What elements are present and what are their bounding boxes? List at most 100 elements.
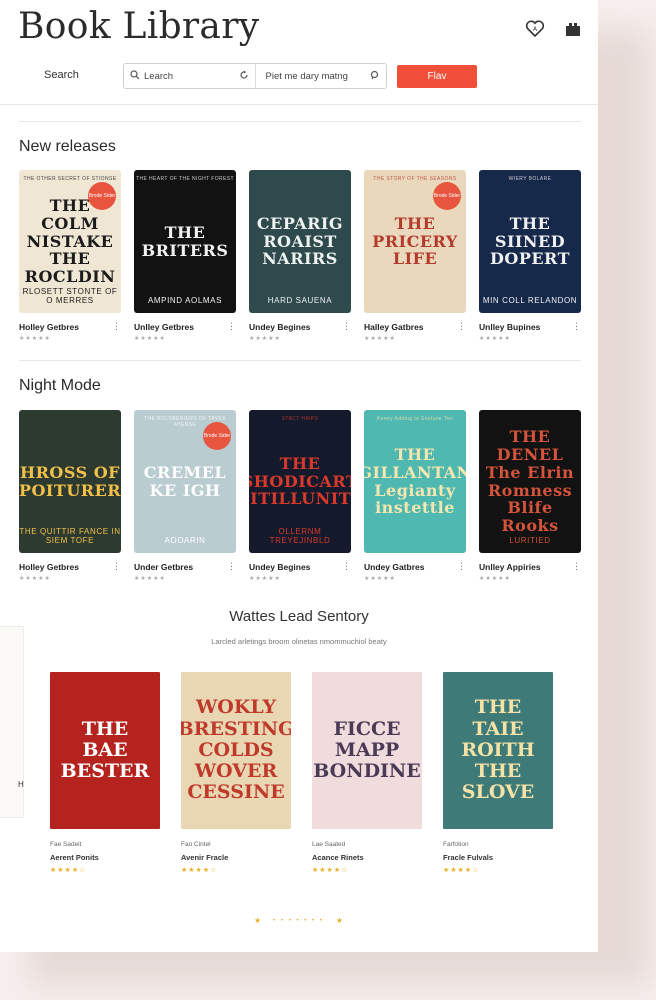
section-title-night-mode: Night Mode bbox=[19, 377, 101, 394]
cover-title: THE TAIE ROITH THE SLOVE bbox=[461, 696, 535, 804]
book-card[interactable]: HROSS OF POITURER THE QUITTIR FANCE IN SI… bbox=[19, 410, 121, 582]
cover-title: THE COLM NISTAKE THE ROCLDIN bbox=[24, 195, 116, 287]
pager-prev-star-icon[interactable]: ★ bbox=[254, 916, 261, 925]
book-card[interactable]: CEPARIG ROAIST NARIRS HARD SAUENA Undey Be… bbox=[249, 170, 351, 342]
more-icon[interactable]: ⋮ bbox=[572, 321, 581, 332]
carousel-pager: ★ • • • • • • • ★ bbox=[254, 916, 343, 925]
book-meta: Undey Gatbres ⋮ bbox=[364, 561, 466, 572]
book-cover[interactable]: THE OTHER SECRET OF STIONSE THE COLM NIST… bbox=[19, 170, 121, 313]
more-icon[interactable]: ⋮ bbox=[112, 321, 121, 332]
more-icon[interactable]: ⋮ bbox=[227, 321, 236, 332]
svg-text:A: A bbox=[533, 26, 538, 33]
cover-author: RLOSETT STONTE OF O MERRES bbox=[22, 287, 118, 305]
section-title-new-releases: New releases bbox=[19, 138, 116, 155]
book-title: Undey Begines bbox=[249, 321, 311, 332]
book-title: Holley Getbres bbox=[19, 561, 79, 572]
book-card[interactable]: THE DENEL The Elrin Romness Blife Rooks L… bbox=[479, 410, 581, 582]
book-meta: Unlley Appiries ⋮ bbox=[479, 561, 581, 572]
book-title: Unlley Getbres bbox=[134, 321, 194, 332]
rating-stars: ★★★★☆ bbox=[50, 867, 87, 874]
book-meta: Holley Getbres ⋮ bbox=[19, 561, 121, 572]
more-icon[interactable]: ⋮ bbox=[342, 561, 351, 572]
cover-title: THE PRICERY LIFE bbox=[372, 213, 458, 269]
more-icon[interactable]: ⋮ bbox=[457, 321, 466, 332]
book-card[interactable]: Kenny Adding to Sostune Ton THE GILLANTAN… bbox=[364, 410, 466, 582]
book-title: Under Getbres bbox=[134, 561, 194, 572]
rating-stars: ★★★★★ bbox=[19, 336, 51, 342]
book-cover[interactable]: THE STORY OF THE SEASONS THE PRICERY LIFE… bbox=[364, 170, 466, 313]
rating-stars: ★★★★★ bbox=[249, 576, 281, 582]
pager-dots[interactable]: • • • • • • • bbox=[273, 918, 324, 924]
book-cover[interactable]: Kenny Adding to Sostune Ton THE GILLANTAN… bbox=[364, 410, 466, 553]
cover-title: CEPARIG ROAIST NARIRS bbox=[256, 213, 344, 269]
rating-stars: ★★★★★ bbox=[364, 336, 396, 342]
featured-book-label: Farfotion bbox=[443, 841, 469, 848]
book-cover[interactable]: THE HEART OF THE NIGHT FOREST THE BRITERS… bbox=[134, 170, 236, 313]
book-title: Undey Begines bbox=[249, 561, 311, 572]
cover-title: FICCE MAPP BONDINE bbox=[313, 717, 421, 783]
book-card[interactable]: STACT HAIPS THE SHODICART CITILLUNITY OLLE… bbox=[249, 410, 351, 582]
cover-title: THE BRITERS bbox=[141, 222, 229, 260]
cover-badge: Brode Sider bbox=[433, 182, 461, 210]
book-cover[interactable]: WIERY BOLARE THE SIINED DOPERT MIN COLL RE… bbox=[479, 170, 581, 313]
more-icon[interactable]: ⋮ bbox=[227, 561, 236, 572]
rating-stars: ★★★★☆ bbox=[312, 867, 349, 874]
filter-input[interactable]: Piet me dary matng bbox=[254, 64, 387, 88]
book-card[interactable]: WIERY BOLARE THE SIINED DOPERT MIN COLL RE… bbox=[479, 170, 581, 342]
cover-badge: Brode Sider bbox=[203, 422, 231, 450]
featured-book-cover[interactable]: FICCE MAPP BONDINE bbox=[312, 672, 422, 829]
search-input[interactable]: Learch bbox=[124, 64, 255, 88]
featured-book-cover[interactable]: WOKLY BRESTING COLDS WOVER CESSINE bbox=[181, 672, 291, 829]
book-title: Undey Gatbres bbox=[364, 561, 425, 572]
featured-title: Wattes Lead Sentory bbox=[229, 608, 369, 625]
featured-book-title: Avenir Fracle bbox=[181, 853, 229, 862]
book-card[interactable]: THE ROLIIBERIERS OF TAYES AYENSE CREMEL K… bbox=[134, 410, 236, 582]
featured-book-card[interactable]: WOKLY BRESTING COLDS WOVER CESSINE Fao Ci… bbox=[181, 672, 291, 874]
more-icon[interactable]: ⋮ bbox=[342, 321, 351, 332]
featured-book-label: Fao Cintel bbox=[181, 841, 211, 848]
featured-book-card[interactable]: FICCE MAPP BONDINE Lae Saated Acance Rinet… bbox=[312, 672, 422, 874]
refresh-icon[interactable] bbox=[239, 67, 249, 85]
heart-icon[interactable]: A bbox=[522, 16, 548, 42]
section-divider bbox=[19, 121, 581, 122]
book-title: Holley Getbres bbox=[19, 321, 79, 332]
pager-next-star-icon[interactable]: ★ bbox=[336, 916, 343, 925]
cover-badge: Brode Sider bbox=[88, 182, 116, 210]
search-bar: Learch Piet me dary matng bbox=[123, 63, 387, 89]
book-meta: Undey Begines ⋮ bbox=[249, 561, 351, 572]
gift-icon[interactable] bbox=[560, 16, 586, 42]
cover-title: THE BAE BESTER bbox=[60, 717, 150, 783]
book-cover[interactable]: THE ROLIIBERIERS OF TAYES AYENSE CREMEL K… bbox=[134, 410, 236, 553]
book-cover[interactable]: THE DENEL The Elrin Romness Blife Rooks L… bbox=[479, 410, 581, 553]
featured-book-cover[interactable]: THE TAIE ROITH THE SLOVE bbox=[443, 672, 553, 829]
rating-stars: ★★★★★ bbox=[249, 336, 281, 342]
more-icon[interactable]: ⋮ bbox=[112, 561, 121, 572]
book-cover[interactable]: STACT HAIPS THE SHODICART CITILLUNITY OLLE… bbox=[249, 410, 351, 553]
play-button[interactable]: Flav bbox=[397, 65, 477, 88]
more-icon[interactable]: ⋮ bbox=[572, 561, 581, 572]
featured-book-card[interactable]: THE BAE BESTER Fae Sadeit Aerent Ponits ★★★… bbox=[50, 672, 160, 874]
featured-book-title: Aerent Ponits bbox=[50, 853, 99, 862]
book-meta: Undey Begines ⋮ bbox=[249, 321, 351, 332]
featured-book-cover[interactable]: THE BAE BESTER bbox=[50, 672, 160, 829]
more-icon[interactable]: ⋮ bbox=[457, 561, 466, 572]
rating-stars: ★★★★★ bbox=[134, 576, 166, 582]
cover-author: AMPIND AOLMAS bbox=[147, 296, 223, 305]
book-cover[interactable]: CEPARIG ROAIST NARIRS HARD SAUENA bbox=[249, 170, 351, 313]
page-title: Book Library bbox=[18, 6, 260, 47]
book-card[interactable]: THE HEART OF THE NIGHT FOREST THE BRITERS… bbox=[134, 170, 236, 342]
side-peek-card[interactable]: H bbox=[0, 626, 24, 818]
book-meta: Under Getbres ⋮ bbox=[134, 561, 236, 572]
book-card[interactable]: THE OTHER SECRET OF STIONSE THE COLM NIST… bbox=[19, 170, 121, 342]
featured-book-card[interactable]: THE TAIE ROITH THE SLOVE Farfotion Fracle … bbox=[443, 672, 553, 874]
cover-author: AOOARIN bbox=[164, 536, 206, 545]
cover-series: THE HEART OF THE NIGHT FOREST bbox=[136, 176, 234, 182]
cover-series: Kenny Adding to Sostune Ton bbox=[376, 416, 454, 422]
search-icon bbox=[130, 67, 140, 85]
featured-book-label: Fae Sadeit bbox=[50, 841, 82, 848]
book-meta: Halley Gatbres ⋮ bbox=[364, 321, 466, 332]
book-card[interactable]: THE STORY OF THE SEASONS THE PRICERY LIFE… bbox=[364, 170, 466, 342]
book-title: Unlley Bupines bbox=[479, 321, 541, 332]
search-icon[interactable] bbox=[370, 67, 380, 85]
book-cover[interactable]: HROSS OF POITURER THE QUITTIR FANCE IN SI… bbox=[19, 410, 121, 553]
